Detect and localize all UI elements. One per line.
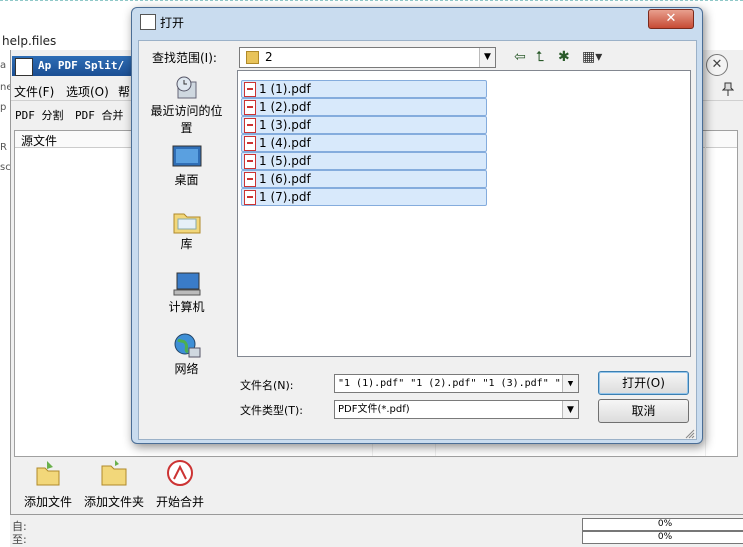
app-title: Ap PDF Split/ <box>38 59 125 72</box>
start-merge-icon <box>167 460 193 486</box>
file-list-pane[interactable]: 1 (1).pdf 1 (2).pdf 1 (3).pdf 1 (4).pdf … <box>237 70 691 357</box>
filename-label: 文件名(N): <box>240 379 294 392</box>
place-network[interactable]: 网络 <box>148 332 225 377</box>
pdf-file-icon <box>244 154 256 169</box>
filetype-value: PDF文件(*.pdf) <box>338 404 410 415</box>
file-item[interactable]: 1 (2).pdf <box>241 98 487 116</box>
pdf-file-icon <box>244 82 256 97</box>
app-close-icon[interactable]: ✕ <box>706 54 728 76</box>
place-recent[interactable]: 最近访问的位置 <box>148 74 225 136</box>
places-bar: 最近访问的位置 桌面 库 计算机 网络 <box>148 70 225 376</box>
file-name: 1 (2).pdf <box>259 100 311 114</box>
menu-help[interactable]: 帮 <box>118 83 130 100</box>
lookin-combobox[interactable]: 2 ▼ <box>239 47 496 68</box>
file-name: 1 (4).pdf <box>259 136 311 150</box>
chevron-down-icon[interactable]: ▼ <box>562 401 578 418</box>
bottom-toolbar: 添加文件 添加文件夹 开始合并 <box>14 458 736 510</box>
pin-icon[interactable] <box>722 82 734 96</box>
file-name: 1 (3).pdf <box>259 118 311 132</box>
computer-icon <box>173 272 200 296</box>
menu-file[interactable]: 文件(F) <box>14 83 54 100</box>
open-button[interactable]: 打开(O) <box>598 371 689 395</box>
file-item[interactable]: 1 (6).pdf <box>241 170 487 188</box>
add-folder-button[interactable]: 添加文件夹 <box>82 458 146 510</box>
add-folder-label: 添加文件夹 <box>83 495 144 509</box>
filename-value: "1 (1).pdf" "1 (2).pdf" "1 (3).pdf" "1 <box>338 378 567 389</box>
filetype-label: 文件类型(T): <box>240 404 304 417</box>
place-desktop[interactable]: 桌面 <box>148 143 225 188</box>
pdf-file-icon <box>244 118 256 133</box>
app-toolbar: PDF 分割 PDF 合并 <box>11 104 136 126</box>
pdf-file-icon <box>244 136 256 151</box>
folder-icon <box>246 51 259 64</box>
left-letter: R <box>0 142 7 153</box>
chevron-down-icon[interactable]: ▼ <box>562 375 578 392</box>
app-logo-icon <box>15 58 33 76</box>
back-arrow-icon[interactable]: ⇦ <box>514 49 526 65</box>
start-merge-button[interactable]: 开始合并 <box>152 458 208 510</box>
dialog-titlebar[interactable]: 打开 ✕ <box>132 8 702 36</box>
file-item[interactable]: 1 (3).pdf <box>241 116 487 134</box>
file-item[interactable]: 1 (1).pdf <box>241 80 487 98</box>
new-folder-icon[interactable]: ✱ <box>558 49 570 65</box>
file-name: 1 (5).pdf <box>259 154 311 168</box>
filetype-combobox[interactable]: PDF文件(*.pdf) ▼ <box>334 400 579 419</box>
start-merge-label: 开始合并 <box>155 495 204 509</box>
cancel-button[interactable]: 取消 <box>598 399 689 423</box>
add-file-button[interactable]: 添加文件 <box>20 458 76 510</box>
status-bar: 自: 至: 0% 0% <box>10 514 743 547</box>
file-item[interactable]: 1 (7).pdf <box>241 188 487 206</box>
help-files-label: help.files <box>2 34 57 48</box>
network-globe-icon <box>174 333 200 358</box>
tool-pdf-split[interactable]: PDF 分割 <box>15 107 64 123</box>
recent-places-icon <box>176 76 196 99</box>
lookin-label: 查找范围(I): <box>152 51 217 65</box>
left-letter: p <box>0 102 7 113</box>
place-library[interactable]: 库 <box>148 207 225 252</box>
place-recent-label: 最近访问的位置 <box>150 104 223 135</box>
place-computer[interactable]: 计算机 <box>148 270 225 315</box>
tool-pdf-merge[interactable]: PDF 合并 <box>75 107 124 123</box>
place-computer-label: 计算机 <box>168 300 205 314</box>
place-network-label: 网络 <box>174 362 199 376</box>
file-item[interactable]: 1 (4).pdf <box>241 134 487 152</box>
dialog-close-button[interactable]: ✕ <box>648 9 694 29</box>
menu-options[interactable]: 选项(O) <box>66 83 109 100</box>
app-titlebar: Ap PDF Split/ <box>12 56 137 76</box>
pdf-file-icon <box>244 190 256 205</box>
up-folder-icon[interactable]: ⮤ <box>536 49 544 65</box>
add-file-label: 添加文件 <box>23 495 72 509</box>
pdf-file-icon <box>244 172 256 187</box>
file-item[interactable]: 1 (5).pdf <box>241 152 487 170</box>
source-file-column-header[interactable]: 源文件 <box>21 132 57 149</box>
dialog-app-icon <box>140 14 156 30</box>
desktop-icon <box>172 145 201 167</box>
file-name: 1 (6).pdf <box>259 172 311 186</box>
open-file-dialog: 打开 ✕ 查找范围(I): 2 ▼ ⇦ ⮤ ✱ ▦▾ 最近访问的位置 桌面 库 … <box>131 7 703 444</box>
library-icon <box>173 213 200 234</box>
pdf-file-icon <box>244 100 256 115</box>
status-to: 至: <box>12 533 27 546</box>
lookin-value: 2 <box>265 50 273 64</box>
add-file-icon <box>36 461 60 486</box>
chevron-down-icon[interactable]: ▼ <box>479 48 495 67</box>
left-letter: a <box>0 60 7 71</box>
file-name: 1 (7).pdf <box>259 190 311 204</box>
view-menu-icon[interactable]: ▦▾ <box>582 49 602 65</box>
filename-input[interactable]: "1 (1).pdf" "1 (2).pdf" "1 (3).pdf" "1 ▼ <box>334 374 579 393</box>
dialog-title: 打开 <box>160 16 185 30</box>
column-divider <box>705 131 706 456</box>
progress-bar-2: 0% <box>582 531 743 544</box>
resize-grip-icon[interactable] <box>685 429 695 439</box>
place-desktop-label: 桌面 <box>174 173 199 187</box>
progress-bar-1: 0% <box>582 518 743 531</box>
place-library-label: 库 <box>180 237 193 251</box>
file-name: 1 (1).pdf <box>259 82 311 96</box>
add-folder-icon <box>101 460 127 486</box>
